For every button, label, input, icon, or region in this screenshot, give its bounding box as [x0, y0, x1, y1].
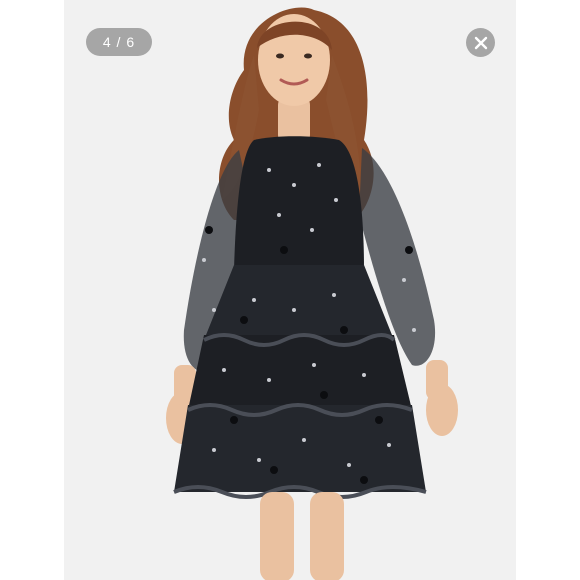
product-photo: [64, 0, 516, 580]
image-viewer: 4 / 6: [0, 0, 580, 580]
close-button[interactable]: [466, 28, 495, 57]
counter-separator: /: [111, 34, 127, 50]
counter-current: 4: [102, 34, 112, 50]
close-icon: [474, 36, 487, 49]
image-counter: 4 / 6: [86, 28, 152, 56]
model-in-dress-illustration: [166, 7, 458, 580]
counter-total: 6: [126, 34, 136, 50]
